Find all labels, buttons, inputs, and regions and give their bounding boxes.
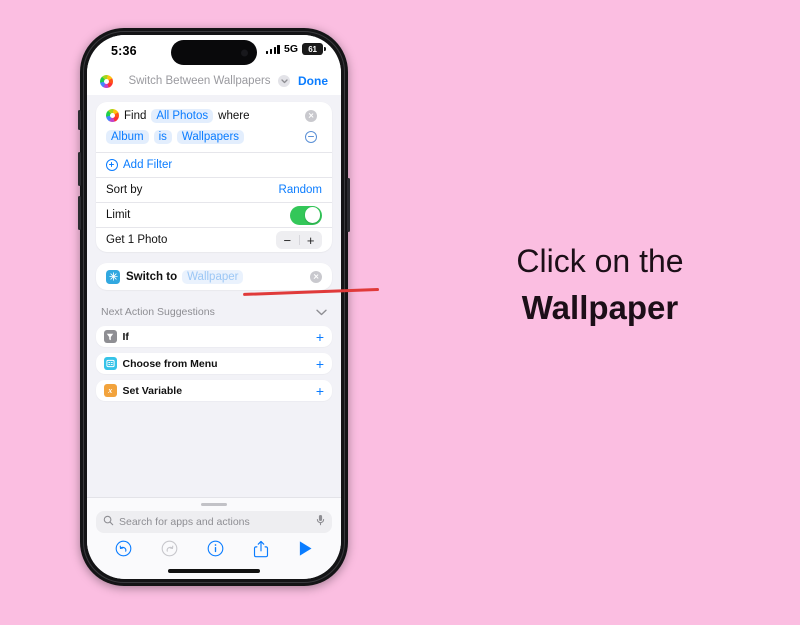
limit-row[interactable]: Limit <box>96 202 332 227</box>
plus-icon[interactable]: + <box>316 357 324 371</box>
toggle-knob <box>304 207 321 223</box>
limit-label: Limit <box>106 209 131 221</box>
suggestion-label: Choose from Menu <box>122 357 218 370</box>
plus-icon[interactable]: + <box>316 384 324 398</box>
plus-icon[interactable]: + <box>316 330 324 344</box>
stepper-decrement-button[interactable]: − <box>276 234 299 247</box>
if-condition-icon <box>104 330 117 343</box>
suggestion-label: Set Variable <box>122 384 183 397</box>
limit-toggle[interactable] <box>290 205 322 225</box>
instruction-caption: Click on the Wallpaper <box>420 240 780 330</box>
filter-field-token[interactable]: Album <box>106 130 149 144</box>
get-photo-row[interactable]: Get 1 Photo − + <box>96 227 332 252</box>
front-camera-icon <box>241 49 248 56</box>
status-indicators: 5G 61 <box>265 43 326 55</box>
find-action-header-row[interactable]: Find All Photos where <box>96 102 332 127</box>
redo-icon <box>161 540 178 562</box>
find-where-label: where <box>218 109 250 122</box>
info-icon[interactable] <box>207 540 224 562</box>
find-verb-label: Find <box>124 109 147 122</box>
add-filter-row[interactable]: Add Filter <box>96 152 332 177</box>
switch-to-label: Switch to <box>126 270 178 283</box>
set-variable-icon: x <box>104 384 117 397</box>
editor-toolbar <box>87 533 341 569</box>
remove-filter-button[interactable] <box>305 131 317 143</box>
bottom-dock: Search for apps and actions <box>87 496 341 579</box>
battery-level-label: 61 <box>308 44 317 54</box>
photos-app-icon <box>106 109 119 122</box>
search-icon <box>103 513 114 531</box>
find-photos-action-card[interactable]: Find All Photos where Album is Wallpaper… <box>96 102 332 252</box>
suggestion-row-choose-from-menu[interactable]: Choose from Menu + <box>96 353 332 374</box>
cellular-bars-icon <box>265 44 280 54</box>
switch-wallpaper-action-card[interactable]: Switch to Wallpaper <box>96 263 332 290</box>
suggestion-label: If <box>122 330 129 343</box>
volume-up-button[interactable] <box>78 152 81 186</box>
sheet-grabber-handle[interactable] <box>201 502 227 507</box>
caption-line-2: Wallpaper <box>521 289 679 327</box>
status-bar: 5:36 5G 61 <box>87 35 341 69</box>
plus-circle-icon <box>106 159 118 171</box>
microphone-icon[interactable] <box>316 513 325 531</box>
suggestion-row-set-variable[interactable]: x Set Variable + <box>96 380 332 401</box>
choose-from-menu-icon <box>104 357 117 370</box>
network-type-label: 5G <box>283 43 298 55</box>
find-target-token[interactable]: All Photos <box>151 108 214 123</box>
chevron-down-icon[interactable] <box>316 303 327 321</box>
volume-down-button[interactable] <box>78 196 81 230</box>
caption-line-1: Click on the <box>516 243 684 279</box>
home-indicator[interactable] <box>168 569 260 573</box>
battery-icon: 61 <box>302 43 326 55</box>
search-input[interactable]: Search for apps and actions <box>119 516 311 528</box>
suggestions-title: Next Action Suggestions <box>101 306 215 318</box>
find-filter-row[interactable]: Album is Wallpapers <box>96 127 332 152</box>
share-icon[interactable] <box>253 540 269 563</box>
silent-switch[interactable] <box>78 110 81 130</box>
phone-screen: 5:36 5G 61 Switch Between Wallpapers Don… <box>87 35 341 579</box>
shortcut-title[interactable]: Switch Between Wallpapers <box>107 75 292 87</box>
quantity-stepper[interactable]: − + <box>276 231 322 249</box>
undo-icon[interactable] <box>115 540 132 562</box>
stepper-increment-button[interactable]: + <box>299 234 322 247</box>
search-bar[interactable]: Search for apps and actions <box>96 511 332 534</box>
sort-by-row[interactable]: Sort by Random <box>96 177 332 202</box>
shortcut-editor-content: Find All Photos where Album is Wallpaper… <box>87 95 341 497</box>
remove-switch-action-button[interactable] <box>310 270 322 283</box>
get-photo-label: Get 1 Photo <box>106 234 168 246</box>
close-circle-icon[interactable] <box>310 270 322 283</box>
filter-operator-token[interactable]: is <box>153 130 172 144</box>
next-action-suggestions-header[interactable]: Next Action Suggestions <box>96 290 332 326</box>
wallpaper-parameter-token[interactable]: Wallpaper <box>182 269 244 284</box>
close-circle-icon[interactable] <box>305 109 317 122</box>
done-button[interactable]: Done <box>298 74 328 88</box>
status-time: 5:36 <box>111 44 137 58</box>
sort-by-label: Sort by <box>106 184 143 196</box>
filter-value-token[interactable]: Wallpapers <box>176 130 245 144</box>
dynamic-island <box>171 40 257 65</box>
iphone-device-frame: 5:36 5G 61 Switch Between Wallpapers Don… <box>78 28 350 586</box>
shortcut-header: Switch Between Wallpapers Done <box>87 69 341 95</box>
suggestion-row-if[interactable]: If + <box>96 326 332 347</box>
wallpaper-icon <box>106 269 120 284</box>
sort-by-value[interactable]: Random <box>279 184 322 196</box>
minus-circle-icon[interactable] <box>305 131 317 143</box>
add-filter-label: Add Filter <box>123 159 173 171</box>
power-button[interactable] <box>347 178 350 232</box>
chevron-down-icon[interactable] <box>278 75 290 87</box>
play-icon[interactable] <box>298 540 313 562</box>
remove-action-button[interactable] <box>305 109 317 122</box>
photos-app-icon <box>100 74 113 88</box>
